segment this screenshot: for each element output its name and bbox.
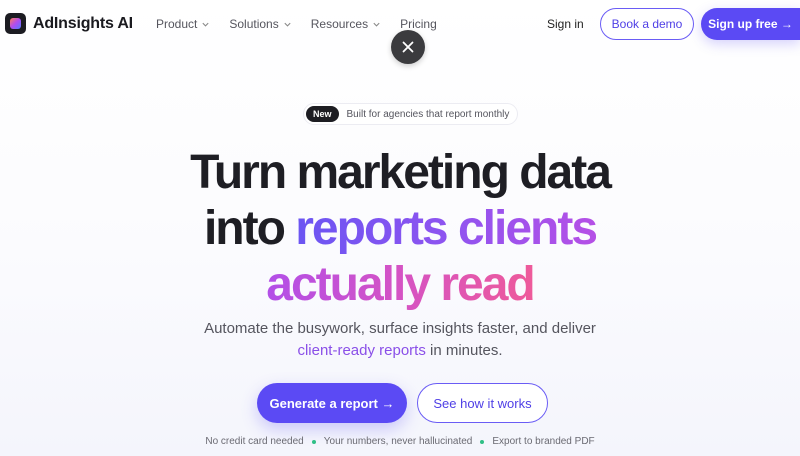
generate-report-button[interactable]: Generate a report → xyxy=(257,383,407,423)
book-demo-button[interactable]: Book a demo xyxy=(600,8,694,40)
bullet-dot-icon xyxy=(480,439,485,444)
chevron-down-icon xyxy=(284,22,291,27)
announcement-text: Built for agencies that report monthly xyxy=(346,108,510,120)
see-how-it-works-button[interactable]: See how it works xyxy=(417,383,548,423)
nav-item-product[interactable]: Product xyxy=(156,17,210,31)
chevron-down-icon xyxy=(373,22,380,27)
hero-headline: Turn marketing data into reports clients… xyxy=(0,145,800,313)
brand-name: AdInsights AI xyxy=(33,14,133,32)
subheading-text: Automate the busywork, surface insights … xyxy=(204,320,596,337)
headline-line-2-plain: into xyxy=(203,202,296,255)
app-logo-icon xyxy=(5,13,26,34)
nav-item-resources[interactable]: Resources xyxy=(311,17,381,31)
headline-line-1: Turn marketing data xyxy=(190,146,612,199)
nav-item-solutions[interactable]: Solutions xyxy=(229,17,291,31)
brand[interactable]: AdInsights AI xyxy=(5,13,133,34)
close-icon xyxy=(402,41,414,53)
sign-in-link[interactable]: Sign in xyxy=(547,17,584,31)
close-button[interactable] xyxy=(391,30,425,64)
nav-item-label: Pricing xyxy=(400,17,437,31)
nav-menu: Product Solutions Resources Pricing xyxy=(156,17,437,31)
sign-up-button[interactable]: Sign up free → xyxy=(701,8,800,40)
nav-item-label: Resources xyxy=(310,17,369,31)
announcement-pill: New Built for agencies that report month… xyxy=(303,103,519,125)
nav-item-label: Solutions xyxy=(229,17,279,31)
benefits-row: No credit card needed Your numbers, neve… xyxy=(0,436,800,447)
benefit-item: Your numbers, never hallucinated xyxy=(323,436,473,447)
hero-subheading: Automate the busywork, surface insights … xyxy=(0,318,800,362)
nav-item-label: Product xyxy=(156,17,198,31)
nav-item-pricing[interactable]: Pricing xyxy=(400,17,437,31)
bullet-dot-icon xyxy=(311,439,316,444)
new-badge: New xyxy=(306,106,339,122)
benefit-item: Export to branded PDF xyxy=(492,436,595,447)
subheading-text-end: in minutes. xyxy=(425,342,503,359)
subheading-highlight: client-ready reports xyxy=(297,342,426,359)
headline-line-2-accent: reports clients xyxy=(295,202,598,255)
benefit-item: No credit card needed xyxy=(205,436,304,447)
headline-line-3-accent: actually read xyxy=(266,258,535,311)
chevron-down-icon xyxy=(202,22,209,27)
